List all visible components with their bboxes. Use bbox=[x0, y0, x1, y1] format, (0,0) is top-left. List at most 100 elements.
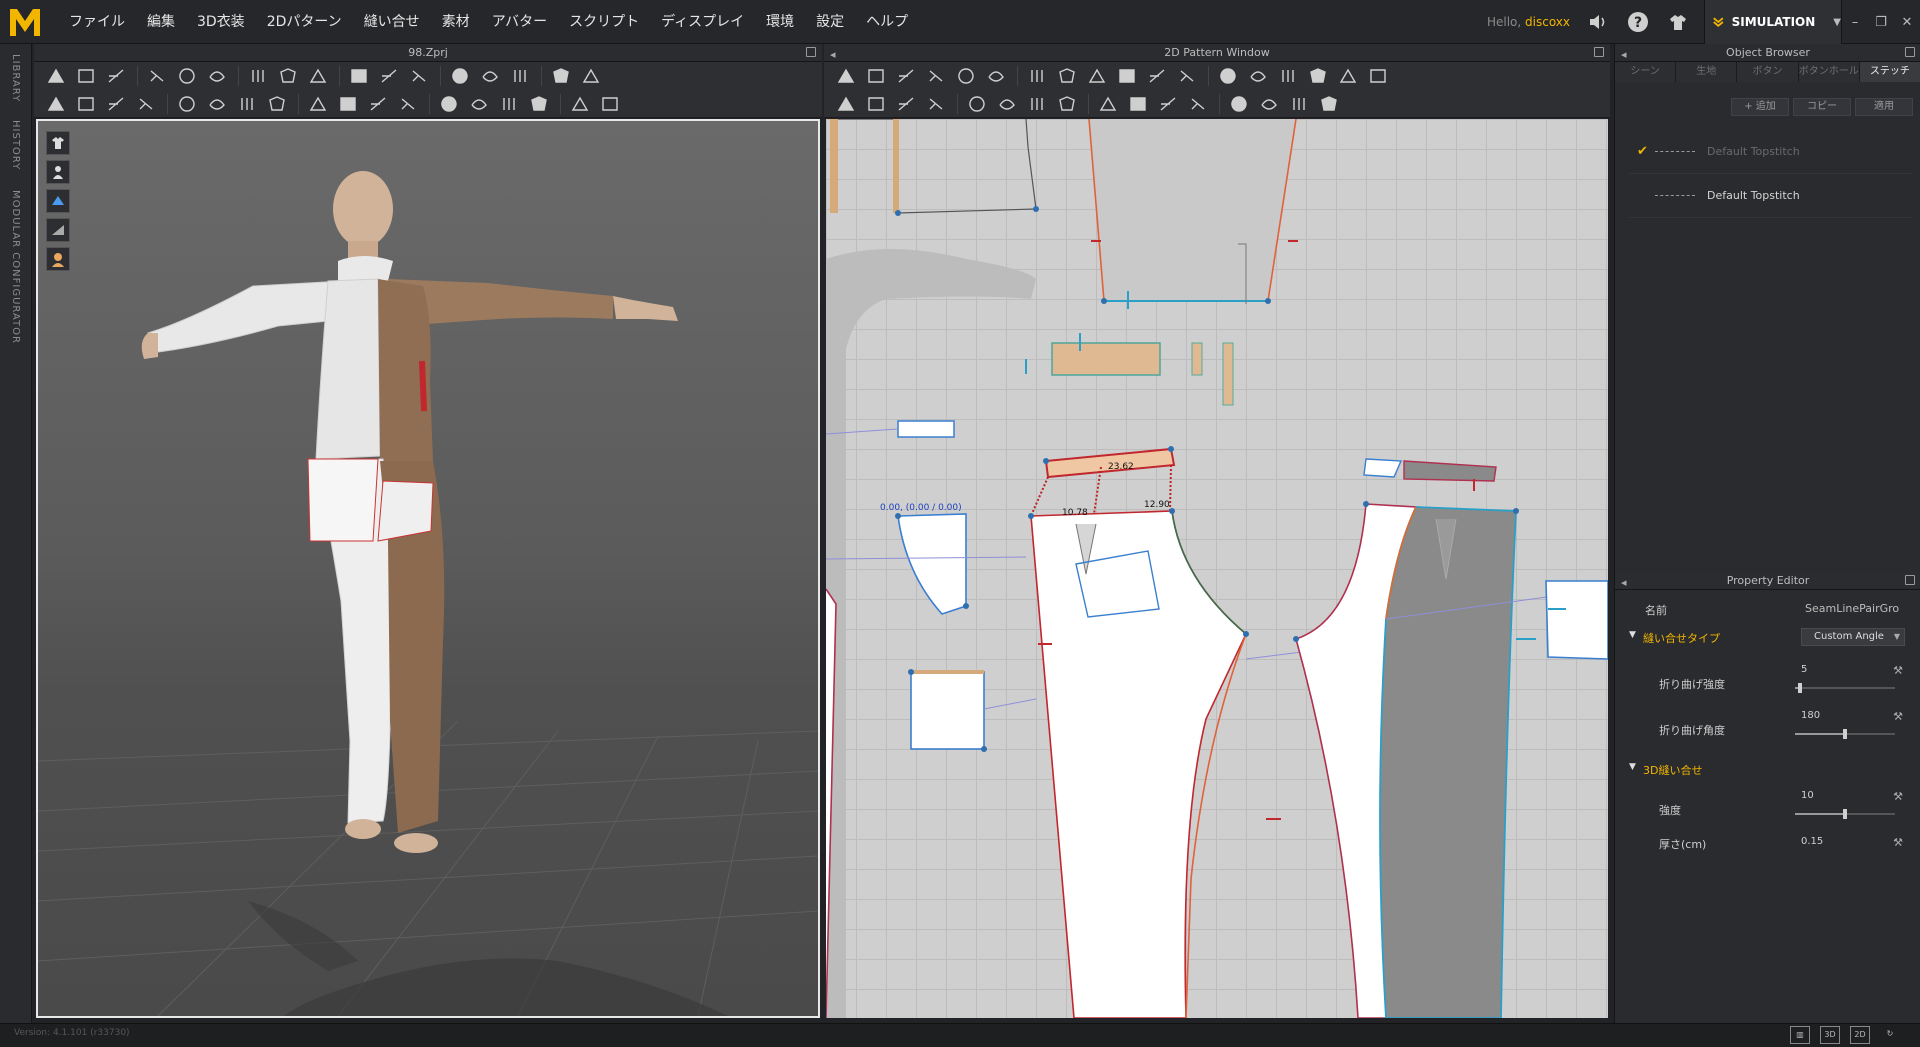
app-logo-icon[interactable] bbox=[8, 6, 42, 38]
tab-scene[interactable]: シーン bbox=[1615, 62, 1677, 82]
2d-pattern-canvas[interactable]: 23.62 0.00, (0.00 / 0.00) 10.78 12.90 bbox=[826, 119, 1608, 1018]
tool-icon[interactable] bbox=[465, 92, 493, 116]
menu-edit[interactable]: 編集 bbox=[136, 0, 186, 44]
3d-view-button[interactable]: 3D bbox=[1820, 1026, 1840, 1044]
copy-button[interactable]: コピー bbox=[1793, 98, 1851, 116]
menu-avatar[interactable]: アバター bbox=[481, 0, 558, 44]
pattern-piece-top-left[interactable] bbox=[836, 119, 1037, 214]
pattern-piece-right-pocket[interactable] bbox=[1545, 580, 1608, 660]
tool-icon[interactable] bbox=[233, 92, 261, 116]
history-tab[interactable]: HISTORY bbox=[10, 120, 21, 170]
thickness-value[interactable]: 0.15 bbox=[1801, 836, 1823, 847]
modular-configurator-tab[interactable]: MODULAR CONFIGURATOR bbox=[10, 190, 21, 344]
menu-display[interactable]: ディスプレイ bbox=[650, 0, 755, 44]
strength-slider[interactable] bbox=[1795, 809, 1895, 819]
tool-icon[interactable] bbox=[993, 92, 1021, 116]
wrench-icon[interactable]: ⚒ bbox=[1893, 710, 1903, 723]
tool-icon[interactable] bbox=[862, 64, 890, 88]
tool-icon[interactable] bbox=[132, 92, 160, 116]
tool-icon[interactable] bbox=[394, 92, 422, 116]
menu-3d-garment[interactable]: 3D衣装 bbox=[186, 0, 256, 44]
tool-icon[interactable] bbox=[1214, 64, 1242, 88]
pattern-piece-tab-b[interactable] bbox=[1222, 342, 1234, 406]
tool-icon[interactable] bbox=[922, 64, 950, 88]
strength-value[interactable]: 10 bbox=[1801, 790, 1814, 801]
collapse-arrow-icon[interactable]: ◂ bbox=[1621, 574, 1627, 592]
pattern-piece-pocket-bag[interactable] bbox=[897, 513, 967, 615]
garment-pocket-right[interactable] bbox=[377, 480, 434, 542]
texture-view-icon[interactable] bbox=[46, 189, 70, 213]
tool-icon[interactable] bbox=[203, 92, 231, 116]
tool-icon[interactable] bbox=[1315, 92, 1343, 116]
sound-icon[interactable] bbox=[1584, 8, 1612, 36]
show-garment-icon[interactable] bbox=[46, 131, 70, 155]
list-item[interactable]: Default Topstitch bbox=[1629, 174, 1913, 218]
undock-icon[interactable] bbox=[806, 47, 816, 57]
undock-icon[interactable] bbox=[1594, 47, 1604, 57]
minimize-button[interactable]: – bbox=[1842, 0, 1868, 44]
refresh-icon[interactable]: ↻ bbox=[1880, 1026, 1900, 1044]
tool-icon[interactable] bbox=[345, 64, 373, 88]
tool-icon[interactable] bbox=[495, 92, 523, 116]
add-button[interactable]: + 追加 bbox=[1731, 98, 1789, 116]
shading-icon[interactable] bbox=[46, 218, 70, 242]
tool-icon[interactable] bbox=[173, 92, 201, 116]
tool-icon[interactable] bbox=[892, 64, 920, 88]
pattern-piece-small-band[interactable] bbox=[1363, 458, 1403, 478]
tab-fabric[interactable]: 生地 bbox=[1676, 62, 1738, 82]
tool-icon[interactable] bbox=[263, 92, 291, 116]
garment-sleeve-left[interactable] bbox=[147, 280, 344, 354]
tool-icon[interactable] bbox=[566, 92, 594, 116]
menu-help[interactable]: ヘルプ bbox=[855, 0, 919, 44]
seam-type-select[interactable]: Custom Angle ▼ bbox=[1801, 628, 1905, 646]
menu-file[interactable]: ファイル bbox=[58, 0, 136, 44]
close-button[interactable]: ✕ bbox=[1894, 0, 1920, 44]
tool-icon[interactable] bbox=[405, 64, 433, 88]
pattern-piece-belt-loop[interactable] bbox=[1051, 342, 1161, 376]
undock-icon[interactable] bbox=[1905, 47, 1915, 57]
tool-icon[interactable] bbox=[1334, 64, 1362, 88]
simulation-dropdown-icon[interactable]: ▼ bbox=[1833, 17, 1841, 28]
tool-icon[interactable] bbox=[1274, 64, 1302, 88]
tool-icon[interactable] bbox=[862, 92, 890, 116]
pattern-piece-back-waistband[interactable] bbox=[1403, 460, 1497, 482]
tool-icon[interactable] bbox=[1053, 64, 1081, 88]
tool-icon[interactable] bbox=[1225, 92, 1253, 116]
garment-pocket-left[interactable] bbox=[307, 458, 379, 542]
tool-icon[interactable] bbox=[72, 92, 100, 116]
tool-icon[interactable] bbox=[274, 64, 302, 88]
name-value[interactable]: SeamLinePairGro bbox=[1805, 602, 1899, 615]
tool-icon[interactable] bbox=[922, 92, 950, 116]
tab-button[interactable]: ボタン bbox=[1737, 62, 1799, 82]
split-view-button[interactable]: ▥ bbox=[1790, 1026, 1810, 1044]
tool-icon[interactable] bbox=[334, 92, 362, 116]
tool-icon[interactable] bbox=[577, 64, 605, 88]
tool-icon[interactable] bbox=[1124, 92, 1152, 116]
pattern-piece-pocket-flap[interactable] bbox=[897, 420, 955, 438]
menu-settings[interactable]: 設定 bbox=[805, 0, 855, 44]
tool-icon[interactable] bbox=[525, 92, 553, 116]
tool-icon[interactable] bbox=[1053, 92, 1081, 116]
tool-icon[interactable] bbox=[832, 92, 860, 116]
list-item[interactable]: ✔ Default Topstitch bbox=[1629, 130, 1913, 174]
pattern-piece-tab-a[interactable] bbox=[1191, 342, 1203, 376]
garment-body-left[interactable] bbox=[315, 278, 381, 460]
tool-icon[interactable] bbox=[1094, 92, 1122, 116]
tool-icon[interactable] bbox=[203, 64, 231, 88]
pattern-piece-front-trouser[interactable] bbox=[1030, 510, 1247, 1018]
tool-icon[interactable] bbox=[832, 64, 860, 88]
tool-icon[interactable] bbox=[244, 64, 272, 88]
wrench-icon[interactable]: ⚒ bbox=[1893, 836, 1903, 849]
fold-angle-slider[interactable] bbox=[1795, 729, 1895, 739]
tool-icon[interactable] bbox=[1154, 92, 1182, 116]
maximize-button[interactable]: ❐ bbox=[1868, 0, 1894, 44]
tool-icon[interactable] bbox=[547, 64, 575, 88]
tool-icon[interactable] bbox=[1143, 64, 1171, 88]
section-seam-type[interactable]: ▼ 縫い合せタイプ Custom Angle ▼ bbox=[1615, 628, 1920, 650]
tool-icon[interactable] bbox=[1285, 92, 1313, 116]
tool-icon[interactable] bbox=[1304, 64, 1332, 88]
tool-icon[interactable] bbox=[982, 64, 1010, 88]
avatar-skin-icon[interactable] bbox=[46, 247, 70, 271]
library-tab[interactable]: LIBRARY bbox=[10, 54, 21, 102]
menu-2d-pattern[interactable]: 2Dパターン bbox=[256, 0, 353, 44]
